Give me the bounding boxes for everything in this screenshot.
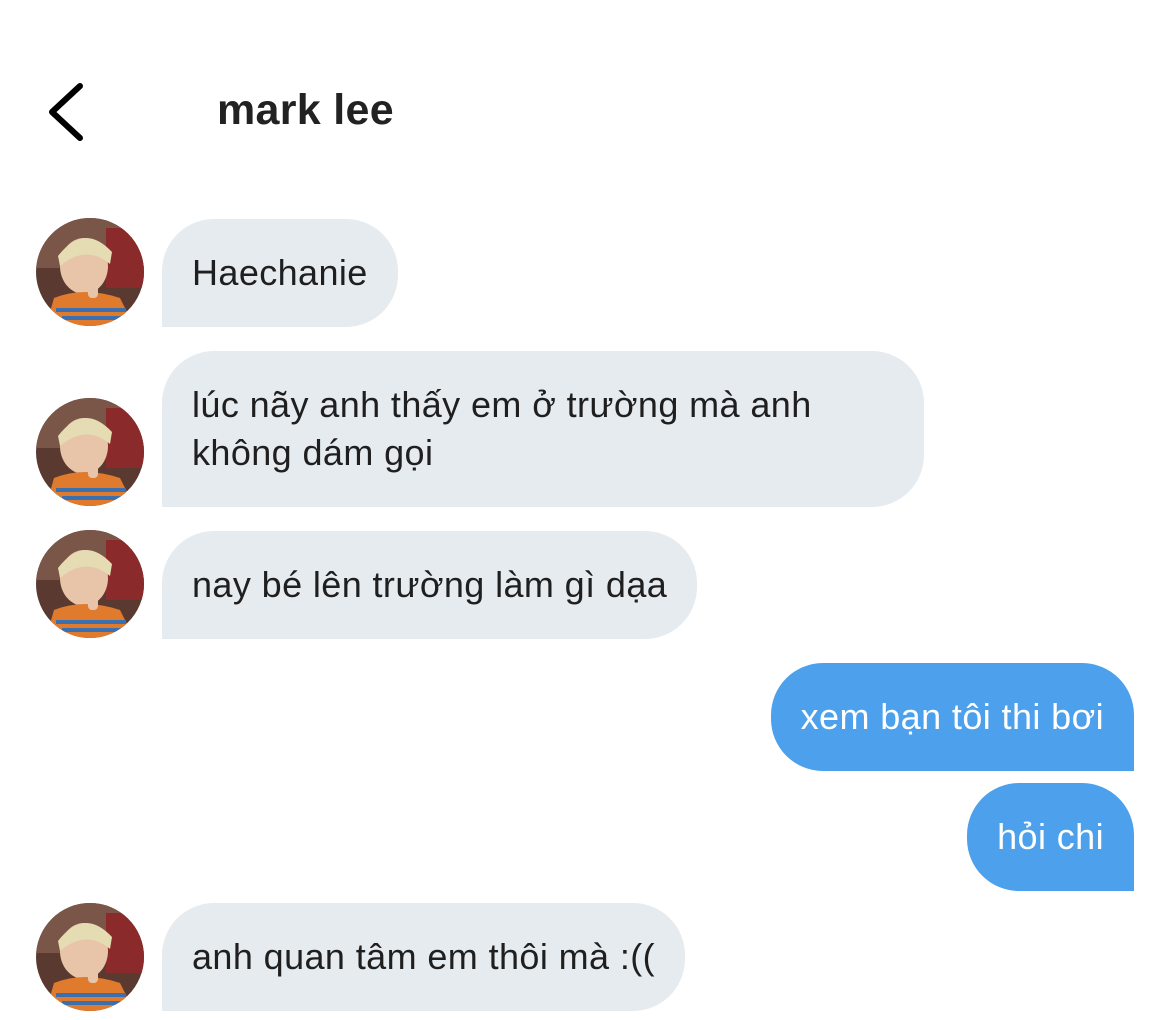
message-bubble-outgoing[interactable]: hỏi chi (967, 783, 1134, 891)
message-text: anh quan tâm em thôi mà :(( (192, 936, 656, 977)
message-text: hỏi chi (997, 816, 1104, 857)
message-text-line-2: không dám gọi (192, 432, 434, 473)
message-bubble-incoming[interactable]: lúc nãy anh thấy em ở trường mà anh khôn… (162, 351, 924, 507)
message-bubble-incoming[interactable]: anh quan tâm em thôi mà :(( (162, 903, 686, 1011)
message-bubble-incoming[interactable]: nay bé lên trường làm gì dạa (162, 531, 698, 639)
message-text: Haechanie (192, 252, 368, 293)
message-text: nay bé lên trường làm gì dạa (192, 564, 668, 605)
message-bubble-outgoing[interactable]: xem bạn tôi thi bơi (770, 663, 1134, 771)
chat-header: mark lee (0, 0, 1169, 200)
profile-photo-icon (36, 903, 144, 1011)
contact-name: mark lee (217, 86, 394, 134)
profile-photo-icon (36, 530, 144, 638)
message-text: xem bạn tôi thi bơi (800, 696, 1104, 737)
chevron-left-icon (49, 83, 83, 141)
profile-photo-icon (36, 218, 144, 326)
avatar[interactable] (36, 903, 144, 1011)
avatar[interactable] (36, 218, 144, 326)
back-button[interactable] (38, 72, 98, 152)
message-text-line-1: lúc nãy anh thấy em ở trường mà anh (192, 384, 812, 425)
message-bubble-incoming[interactable]: Haechanie (162, 219, 398, 327)
avatar[interactable] (36, 530, 144, 638)
avatar[interactable] (36, 398, 144, 506)
profile-photo-icon (36, 398, 144, 506)
